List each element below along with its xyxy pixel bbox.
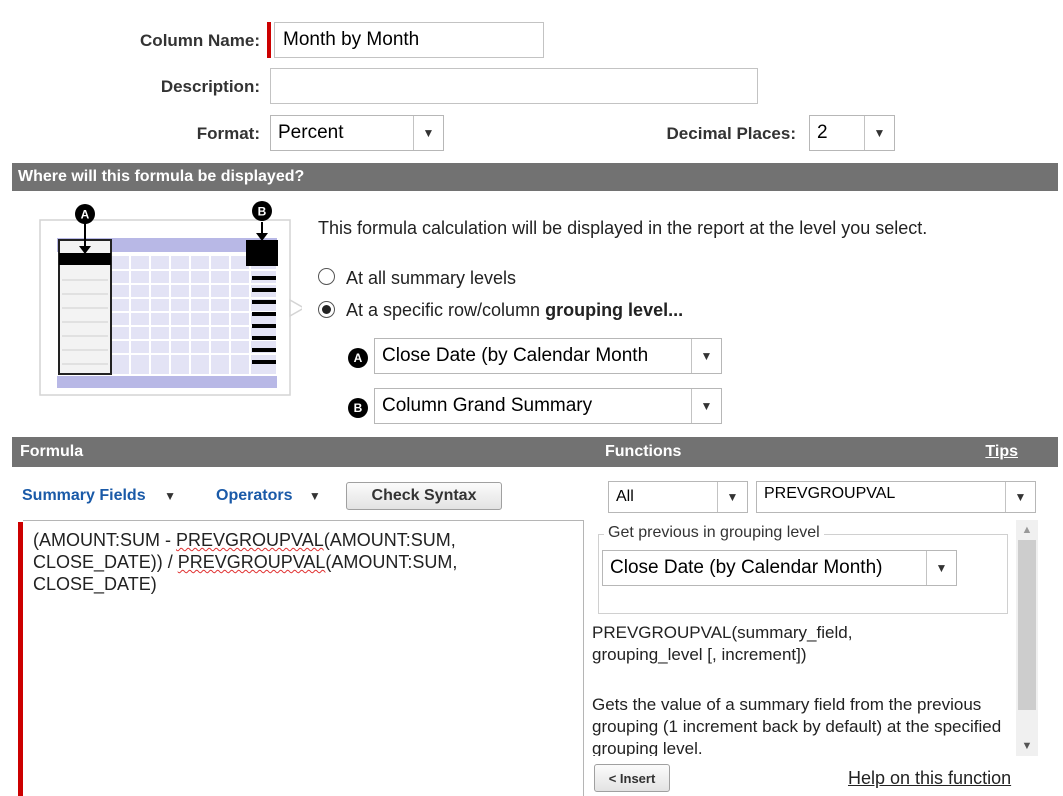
column-name-input[interactable]: Month by Month (274, 22, 544, 58)
radio-all-summary-levels[interactable] (318, 268, 335, 285)
formula-line3: CLOSE_DATE) (33, 574, 157, 594)
format-label: Format: (196, 124, 260, 143)
diagram-badge-b: B (258, 205, 267, 219)
decimal-places-select[interactable]: 2 ▼ (809, 115, 895, 151)
chevron-down-icon: ▼ (413, 116, 443, 150)
function-grouping-select[interactable]: Close Date (by Calendar Month) ▼ (602, 550, 957, 586)
formula-line2-fn: PREVGROUPVAL (177, 552, 326, 572)
formula-line1-pre: (AMOUNT:SUM - (33, 530, 176, 550)
formula-editor[interactable]: (AMOUNT:SUM - PREVGROUPVAL(AMOUNT:SUM, C… (23, 520, 584, 796)
decimal-places-label: Decimal Places: (666, 124, 796, 143)
option-specific-prefix: At a specific row/column (346, 300, 546, 320)
check-syntax-button[interactable]: Check Syntax (346, 482, 502, 510)
column-grouping-value: Column Grand Summary (382, 395, 593, 416)
badge-b: B (348, 398, 368, 418)
summary-fields-menu[interactable]: Summary Fields ▼ (22, 487, 176, 505)
description-input[interactable] (270, 68, 758, 104)
operators-menu[interactable]: Operators ▼ (216, 487, 321, 505)
column-grouping-select[interactable]: Column Grand Summary ▼ (374, 388, 722, 424)
option-specific-bold: grouping level... (545, 300, 684, 320)
operators-label: Operators (216, 487, 293, 504)
function-value: PREVGROUPVAL (764, 485, 896, 502)
formula-text: (AMOUNT:SUM - PREVGROUPVAL(AMOUNT:SUM, C… (23, 521, 583, 603)
badge-a: A (348, 348, 368, 368)
format-value: Percent (278, 122, 344, 143)
formula-header: Formula (20, 443, 84, 460)
summary-fields-label: Summary Fields (22, 487, 146, 504)
chevron-down-icon: ▼ (864, 116, 894, 150)
chevron-down-icon: ▼ (1005, 482, 1035, 512)
scroll-up-icon[interactable]: ▲ (1016, 520, 1038, 540)
function-description: Gets the value of a summary field from t… (592, 695, 1002, 756)
caret-down-icon: ▼ (164, 489, 176, 503)
display-section-header: Where will this formula be displayed? (12, 163, 1058, 191)
function-signature: PREVGROUPVAL(summary_field, grouping_lev… (592, 623, 853, 664)
row-grouping-value: Close Date (by Calendar Month (382, 345, 649, 366)
function-help-panel: Get previous in grouping level Close Dat… (592, 520, 1043, 756)
formula-line2-pre: CLOSE_DATE)) / (33, 552, 178, 572)
display-intro-text: This formula calculation will be display… (318, 218, 928, 238)
option-all-label: At all summary levels (346, 268, 517, 288)
diagram-badge-a: A (81, 208, 90, 222)
formula-line1-fn: PREVGROUPVAL (176, 530, 324, 550)
description-label: Description: (160, 77, 260, 96)
function-grouping-value: Close Date (by Calendar Month) (610, 557, 883, 578)
function-category-select[interactable]: All ▼ (608, 481, 748, 513)
caret-down-icon: ▼ (308, 489, 321, 503)
row-grouping-select[interactable]: Close Date (by Calendar Month ▼ (374, 338, 722, 374)
formula-line1-post: (AMOUNT:SUM, (323, 530, 456, 550)
scroll-down-icon[interactable]: ▼ (1016, 736, 1038, 756)
decimal-places-value: 2 (817, 122, 828, 143)
required-indicator (267, 22, 271, 58)
help-scrollbar[interactable]: ▲ ▼ (1016, 520, 1038, 756)
help-on-function-link[interactable]: Help on this function (848, 768, 1011, 789)
chevron-down-icon: ▼ (691, 389, 721, 423)
insert-button[interactable]: < Insert (594, 764, 670, 792)
scroll-thumb[interactable] (1018, 540, 1036, 710)
column-name-label: Column Name: (140, 31, 260, 50)
option-specific-label: At a specific row/column grouping level.… (346, 300, 683, 321)
grouping-level-diagram: A B (32, 200, 306, 400)
radio-selected-dot (322, 305, 331, 314)
function-select[interactable]: PREVGROUPVAL ▼ (756, 481, 1036, 513)
format-select[interactable]: Percent ▼ (270, 115, 444, 151)
chevron-down-icon: ▼ (717, 482, 747, 512)
function-category-value: All (616, 488, 634, 505)
functions-header: Functions (605, 443, 682, 460)
grouping-fieldset-legend: Get previous in grouping level (604, 524, 824, 542)
formula-section-header: Formula Functions Tips (12, 437, 1058, 467)
chevron-down-icon: ▼ (691, 339, 721, 373)
radio-specific-grouping-level[interactable] (318, 301, 335, 318)
chevron-down-icon: ▼ (926, 551, 956, 585)
formula-line2-post: (AMOUNT:SUM, (325, 552, 458, 572)
tips-link[interactable]: Tips (985, 443, 1018, 461)
